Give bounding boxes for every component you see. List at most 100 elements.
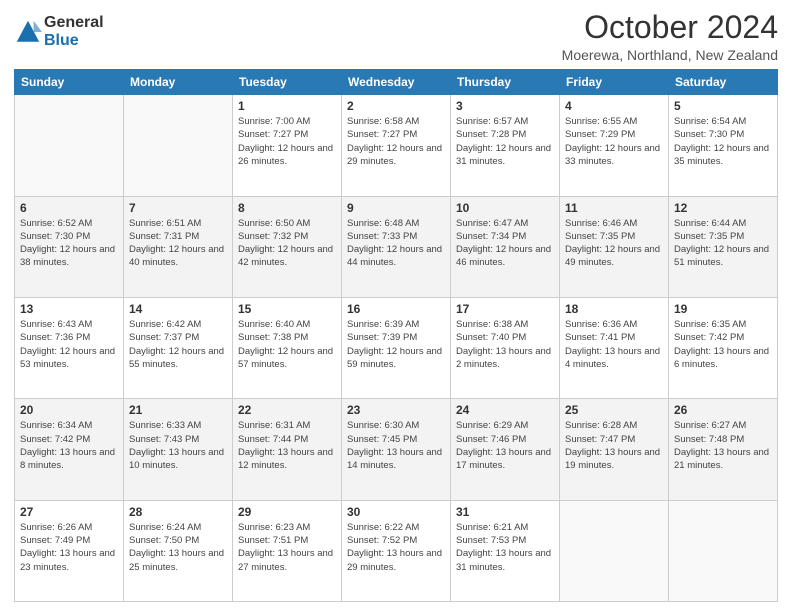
day-info-line: Daylight: 12 hours and 53 minutes.: [20, 345, 118, 372]
day-number: 1: [238, 99, 336, 113]
day-info-line: Sunrise: 6:55 AM: [565, 115, 663, 128]
page: General Blue October 2024 Moerewa, North…: [0, 0, 792, 612]
day-info: Sunrise: 6:50 AMSunset: 7:32 PMDaylight:…: [238, 217, 336, 270]
table-row: 20Sunrise: 6:34 AMSunset: 7:42 PMDayligh…: [15, 399, 124, 500]
day-info-line: Daylight: 12 hours and 40 minutes.: [129, 243, 227, 270]
day-info-line: Sunset: 7:41 PM: [565, 331, 663, 344]
day-info-line: Sunset: 7:27 PM: [238, 128, 336, 141]
day-info: Sunrise: 6:48 AMSunset: 7:33 PMDaylight:…: [347, 217, 445, 270]
day-info-line: Sunset: 7:39 PM: [347, 331, 445, 344]
calendar-week-row: 1Sunrise: 7:00 AMSunset: 7:27 PMDaylight…: [15, 95, 778, 196]
day-info: Sunrise: 6:40 AMSunset: 7:38 PMDaylight:…: [238, 318, 336, 371]
day-number: 9: [347, 201, 445, 215]
calendar-week-row: 27Sunrise: 6:26 AMSunset: 7:49 PMDayligh…: [15, 500, 778, 601]
day-info-line: Sunset: 7:33 PM: [347, 230, 445, 243]
day-info-line: Daylight: 12 hours and 31 minutes.: [456, 142, 554, 169]
day-number: 6: [20, 201, 118, 215]
day-info-line: Sunset: 7:35 PM: [565, 230, 663, 243]
table-row: 13Sunrise: 6:43 AMSunset: 7:36 PMDayligh…: [15, 297, 124, 398]
day-info-line: Daylight: 12 hours and 55 minutes.: [129, 345, 227, 372]
day-info-line: Sunset: 7:27 PM: [347, 128, 445, 141]
day-number: 26: [674, 403, 772, 417]
day-number: 11: [565, 201, 663, 215]
day-number: 21: [129, 403, 227, 417]
subtitle: Moerewa, Northland, New Zealand: [562, 47, 778, 63]
day-info: Sunrise: 6:21 AMSunset: 7:53 PMDaylight:…: [456, 521, 554, 574]
day-info-line: Sunrise: 6:42 AM: [129, 318, 227, 331]
day-number: 25: [565, 403, 663, 417]
day-info-line: Daylight: 13 hours and 2 minutes.: [456, 345, 554, 372]
logo-blue-text: Blue: [44, 32, 104, 50]
day-info-line: Sunset: 7:47 PM: [565, 433, 663, 446]
day-info: Sunrise: 6:36 AMSunset: 7:41 PMDaylight:…: [565, 318, 663, 371]
day-info-line: Sunset: 7:51 PM: [238, 534, 336, 547]
day-info-line: Sunset: 7:46 PM: [456, 433, 554, 446]
day-info: Sunrise: 6:39 AMSunset: 7:39 PMDaylight:…: [347, 318, 445, 371]
day-number: 30: [347, 505, 445, 519]
day-info-line: Sunset: 7:30 PM: [674, 128, 772, 141]
day-info-line: Sunrise: 6:29 AM: [456, 419, 554, 432]
table-row: 4Sunrise: 6:55 AMSunset: 7:29 PMDaylight…: [560, 95, 669, 196]
day-info-line: Sunrise: 7:00 AM: [238, 115, 336, 128]
day-number: 8: [238, 201, 336, 215]
day-info-line: Sunrise: 6:47 AM: [456, 217, 554, 230]
day-info-line: Sunrise: 6:26 AM: [20, 521, 118, 534]
table-row: 22Sunrise: 6:31 AMSunset: 7:44 PMDayligh…: [233, 399, 342, 500]
day-info-line: Daylight: 13 hours and 23 minutes.: [20, 547, 118, 574]
day-info-line: Daylight: 13 hours and 19 minutes.: [565, 446, 663, 473]
day-info-line: Sunset: 7:42 PM: [674, 331, 772, 344]
table-row: 30Sunrise: 6:22 AMSunset: 7:52 PMDayligh…: [342, 500, 451, 601]
table-row: 25 Sunrise: 6:28 AMSunset: 7:47 PMDayligh…: [560, 399, 669, 500]
day-info-line: Sunrise: 6:30 AM: [347, 419, 445, 432]
table-row: 12Sunrise: 6:44 AMSunset: 7:35 PMDayligh…: [669, 196, 778, 297]
day-info-line: Daylight: 13 hours and 31 minutes.: [456, 547, 554, 574]
day-info: Sunrise: 6:35 AMSunset: 7:42 PMDaylight:…: [674, 318, 772, 371]
col-thursday: Thursday: [451, 70, 560, 95]
day-info-line: Sunrise: 6:28 AM: [565, 419, 663, 432]
day-info: Sunrise: 6:43 AMSunset: 7:36 PMDaylight:…: [20, 318, 118, 371]
day-number: 18: [565, 302, 663, 316]
day-info-line: Sunrise: 6:24 AM: [129, 521, 227, 534]
day-info-line: Sunset: 7:34 PM: [456, 230, 554, 243]
table-row: 5 Sunrise: 6:54 AMSunset: 7:30 PMDaylight…: [669, 95, 778, 196]
day-number: 10: [456, 201, 554, 215]
table-row: 10 Sunrise: 6:47 AMSunset: 7:34 PMDayligh…: [451, 196, 560, 297]
calendar-table: Sunday Monday Tuesday Wednesday Thursday…: [14, 69, 778, 602]
day-info: Sunrise: 6:54 AMSunset: 7:30 PMDaylight:…: [674, 115, 772, 168]
day-info-line: Sunrise: 6:36 AM: [565, 318, 663, 331]
day-info-line: Daylight: 13 hours and 6 minutes.: [674, 345, 772, 372]
day-info: Sunrise: 6:47 AMSunset: 7:34 PMDaylight:…: [456, 217, 554, 270]
day-info: Sunrise: 6:24 AMSunset: 7:50 PMDaylight:…: [129, 521, 227, 574]
day-info-line: Sunset: 7:32 PM: [238, 230, 336, 243]
day-info-line: Sunset: 7:40 PM: [456, 331, 554, 344]
day-info-line: Sunset: 7:52 PM: [347, 534, 445, 547]
table-row: 18 Sunrise: 6:36 AMSunset: 7:41 PMDayligh…: [560, 297, 669, 398]
day-number: 16: [347, 302, 445, 316]
table-row: 7Sunrise: 6:51 AMSunset: 7:31 PMDaylight…: [124, 196, 233, 297]
table-row: 21Sunrise: 6:33 AMSunset: 7:43 PMDayligh…: [124, 399, 233, 500]
day-number: 31: [456, 505, 554, 519]
day-info: Sunrise: 6:28 AMSunset: 7:47 PMDaylight:…: [565, 419, 663, 472]
table-row: [124, 95, 233, 196]
day-info-line: Sunrise: 6:39 AM: [347, 318, 445, 331]
day-info-line: Daylight: 13 hours and 25 minutes.: [129, 547, 227, 574]
day-number: 5: [674, 99, 772, 113]
day-info-line: Sunrise: 6:52 AM: [20, 217, 118, 230]
table-row: [669, 500, 778, 601]
calendar-week-row: 6Sunrise: 6:52 AMSunset: 7:30 PMDaylight…: [15, 196, 778, 297]
day-info-line: Daylight: 12 hours and 51 minutes.: [674, 243, 772, 270]
day-number: 2: [347, 99, 445, 113]
day-info-line: Daylight: 12 hours and 29 minutes.: [347, 142, 445, 169]
day-info-line: Daylight: 12 hours and 44 minutes.: [347, 243, 445, 270]
day-info-line: Sunset: 7:29 PM: [565, 128, 663, 141]
day-info-line: Sunrise: 6:57 AM: [456, 115, 554, 128]
day-info: Sunrise: 6:23 AMSunset: 7:51 PMDaylight:…: [238, 521, 336, 574]
day-info-line: Sunrise: 6:34 AM: [20, 419, 118, 432]
day-info-line: Sunset: 7:37 PM: [129, 331, 227, 344]
day-info-line: Sunrise: 6:31 AM: [238, 419, 336, 432]
day-info: Sunrise: 6:27 AMSunset: 7:48 PMDaylight:…: [674, 419, 772, 472]
day-info: Sunrise: 6:57 AMSunset: 7:28 PMDaylight:…: [456, 115, 554, 168]
day-info-line: Sunset: 7:43 PM: [129, 433, 227, 446]
day-info-line: Sunset: 7:44 PM: [238, 433, 336, 446]
day-info: Sunrise: 6:46 AMSunset: 7:35 PMDaylight:…: [565, 217, 663, 270]
